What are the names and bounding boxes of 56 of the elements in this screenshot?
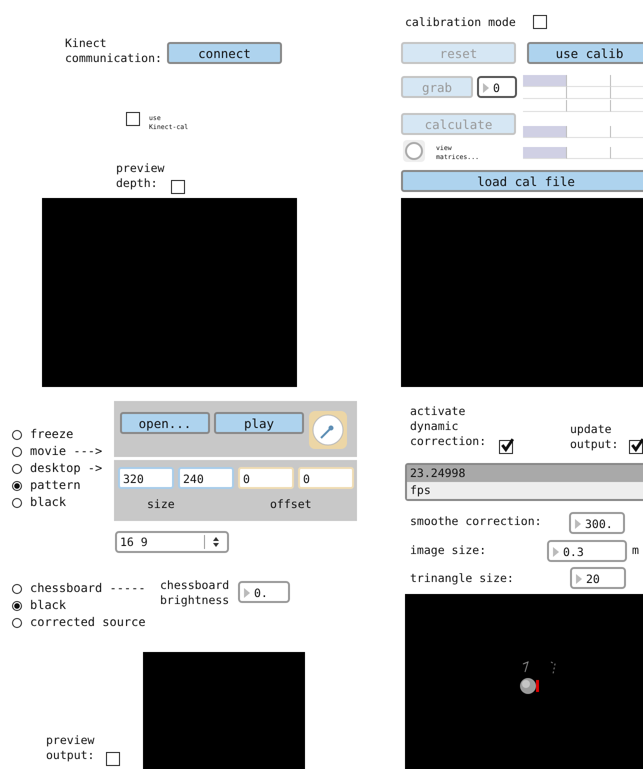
image-size-number-box[interactable]: 0.3 [547,540,627,562]
aspect-dropdown[interactable]: 16 9 [115,531,229,553]
load-cal-file-button[interactable]: load cal file [401,170,643,192]
size-label: size [147,497,175,512]
unit-label: m [632,543,639,558]
calibration-mode-label: calibration mode [405,15,516,30]
offset-field[interactable]: 0 [238,467,294,489]
triangle-number-box[interactable]: 20 [570,567,626,589]
size-field[interactable]: 320 [118,467,174,489]
fps-value: 23.24998 [407,465,643,482]
output-radio-button[interactable]: chessboard ----- [12,580,146,597]
matrix-cell[interactable] [567,126,611,138]
offset-label: offset [270,497,312,512]
dynamic-correction-checkbox[interactable] [499,440,513,454]
matrix-cell[interactable] [567,147,611,159]
use-calib-button[interactable]: use calib [527,42,643,64]
output-radio-button[interactable]: corrected source [12,614,146,631]
offset-field[interactable]: 0 [298,467,354,489]
matrix-cell[interactable] [567,100,611,112]
source-radio-button[interactable]: movie ---> [12,443,102,460]
calibration-mode-checkbox[interactable] [533,15,547,29]
open-button[interactable]: open... [120,412,210,434]
size-field[interactable]: 240 [178,467,234,489]
output-radio-button[interactable]: black [12,597,66,614]
triangle-size-label: trinangle size: [410,571,514,586]
matrix-cell[interactable] [567,87,611,99]
preview-output-label: preview output: [46,733,94,763]
brightness-number-box[interactable]: 0. [238,581,290,603]
source-radio-button[interactable]: desktop -> [12,460,102,477]
matrix-cell[interactable] [567,75,611,87]
chessboard-brightness-label: chessboard brightness [160,578,230,608]
matrix-cell[interactable] [523,147,567,159]
matrix-cell[interactable] [523,87,567,99]
source-radio-button[interactable]: freeze [12,426,74,443]
update-output-label: update output: [570,422,618,452]
matrix-cell[interactable] [523,100,567,112]
kinect-communication-label: Kinect communication: [65,36,162,66]
source-radio-button[interactable]: pattern [12,477,81,494]
image-size-label: image size: [410,543,486,558]
smoothe-number-box[interactable]: 300. [569,512,625,534]
fps-unit: fps [407,482,643,499]
view-matrices-toggle[interactable] [403,140,425,162]
matrix-cell[interactable] [523,126,567,138]
preview-output-checkbox[interactable] [106,752,120,766]
preview-depth-label: preview depth: [116,161,164,191]
play-button[interactable]: play [214,412,304,434]
dynamic-correction-label: activate dynamic correction: [410,404,486,449]
source-radio-button[interactable]: black [12,494,66,511]
connect-button[interactable]: connect [167,42,282,64]
grab-number-box[interactable]: 0 [477,76,517,98]
use-kinect-cal-checkbox[interactable] [126,112,140,126]
preview-depth-checkbox[interactable] [171,180,185,194]
smoothe-correction-label: smoothe correction: [410,514,542,529]
update-output-checkbox[interactable] [629,440,643,454]
matrix-cell[interactable] [523,75,567,87]
dial-icon[interactable] [309,411,347,449]
